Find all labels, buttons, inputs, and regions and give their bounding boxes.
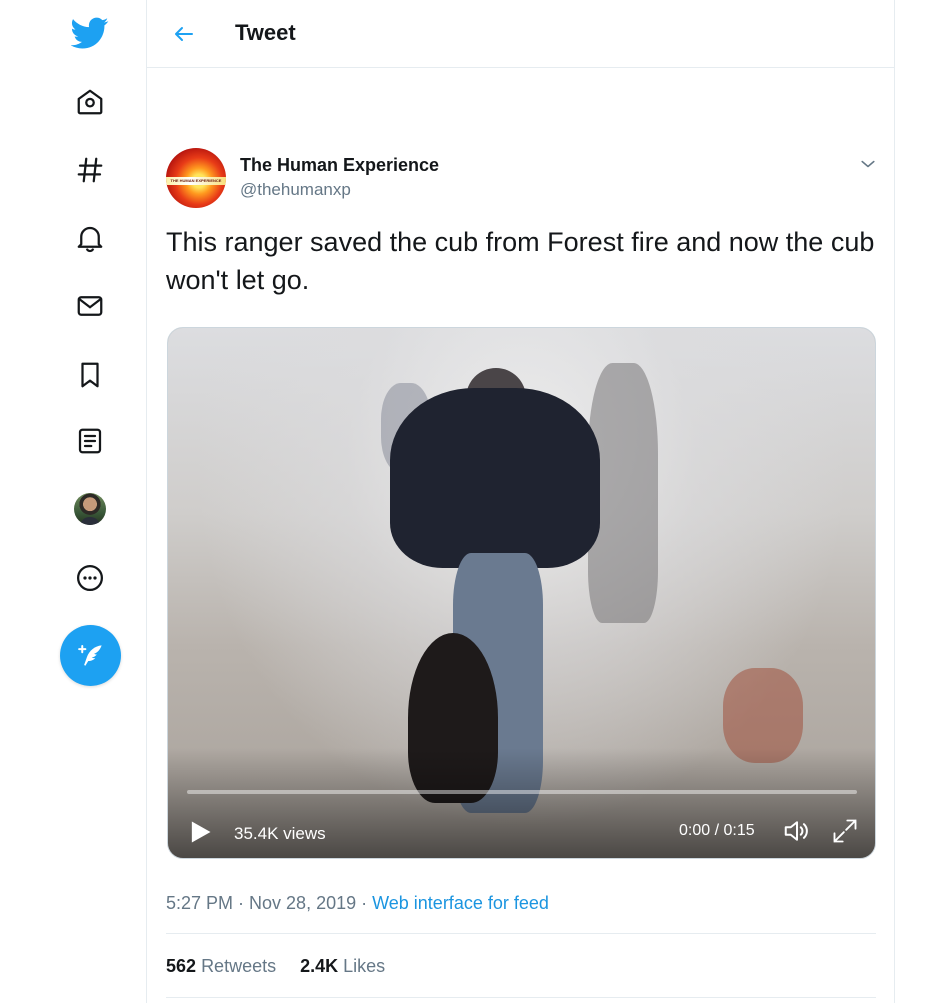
divider [166,997,876,998]
volume-icon [784,821,808,841]
video-view-count: 35.4K views [234,824,326,843]
sidebar-nav [0,0,146,1003]
tweet-source-link[interactable]: Web interface for feed [372,893,549,913]
tweet-stats: 562 Retweets 2.4K Likes [166,956,385,977]
compose-feather-icon [77,644,102,666]
messages-envelope-icon[interactable] [66,282,114,330]
tweet-meta: 5:27 PM · Nov 28, 2019 · Web interface f… [166,893,549,914]
retweets-count: 562 [166,956,197,976]
avatar [74,493,106,525]
video-progress-bar[interactable] [187,790,857,794]
more-icon[interactable] [66,554,114,602]
tweet-more-button[interactable] [856,152,880,176]
back-button[interactable] [169,19,199,49]
video-player[interactable]: 35.4K views 0:00 / 0:15 [167,327,876,859]
compose-tweet-button[interactable] [60,625,121,686]
likes-label: Likes [343,956,386,976]
fullscreen-button[interactable] [828,815,862,847]
lists-icon[interactable] [66,417,114,465]
explore-hashtag-icon[interactable] [66,146,114,194]
video-time: 0:00 / 0:15 [679,822,755,839]
tweet-timestamp[interactable]: 5:27 PM · Nov 28, 2019 · [166,893,372,913]
likes-count: 2.4K [300,956,339,976]
retweets-stat[interactable]: 562 Retweets [166,956,276,977]
likes-stat[interactable]: 2.4K Likes [300,956,385,977]
video-figure-ranger-jacket [390,388,600,568]
play-button[interactable] [184,816,216,848]
retweets-label: Retweets [201,956,277,976]
main-column: Tweet THE HUMAN EXPERIENCE The Human Exp… [146,0,895,1003]
author-avatar-logo-text: THE HUMAN EXPERIENCE [166,177,226,185]
home-icon[interactable] [66,78,114,126]
profile-avatar[interactable] [66,485,114,533]
play-icon [191,821,211,843]
tweet-text: This ranger saved the cub from Forest fi… [166,227,875,295]
author-avatar[interactable]: THE HUMAN EXPERIENCE [166,148,226,208]
chevron-down-icon [861,160,875,168]
volume-button[interactable] [780,815,814,847]
fullscreen-icon [833,819,857,843]
notifications-bell-icon[interactable] [66,214,114,262]
back-arrow-icon [175,27,193,41]
page-header: Tweet [147,0,894,68]
author-handle: @thehumanxp [240,180,351,199]
divider [166,933,876,934]
bookmarks-icon[interactable] [66,351,114,399]
author-display-name[interactable]: The Human Experience [240,155,439,176]
twitter-logo-icon[interactable] [66,9,114,57]
page-title: Tweet [235,20,296,45]
